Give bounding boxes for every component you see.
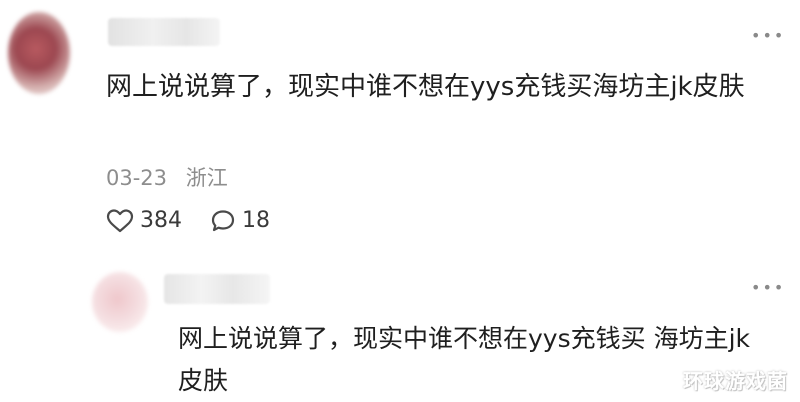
like-count: 384 (140, 208, 182, 233)
avatar[interactable] (8, 12, 70, 94)
comment-text: 网上说说算了，现实中谁不想在yys充钱买海坊主jk皮肤 (106, 72, 745, 102)
comment-location: 浙江 (185, 166, 228, 190)
reply-username-redacted (164, 274, 270, 304)
watermark-text: 环球游戏菌 (683, 369, 788, 393)
comment-date: 03-23 (106, 166, 168, 190)
comment-meta: 03-23 浙江 (106, 162, 228, 192)
reply-text: 网上说说算了，现实中谁不想在yys充钱买 海坊主jk皮肤 (178, 324, 750, 395)
comment-icon (211, 209, 235, 231)
more-icon[interactable]: ••• (751, 28, 785, 44)
reply-button[interactable]: 18 (210, 208, 270, 233)
more-icon[interactable]: ••• (751, 280, 785, 296)
comment-card: ••• 网上说说算了，现实中谁不想在yys充钱买海坊主jk皮肤 03-23 浙江… (0, 0, 800, 260)
comment-actions: 384 18 (106, 208, 298, 233)
username-redacted (108, 18, 220, 46)
reply-count: 18 (242, 208, 270, 233)
like-button[interactable]: 384 (106, 208, 182, 233)
heart-icon (106, 208, 134, 232)
reply-avatar[interactable] (92, 272, 148, 332)
